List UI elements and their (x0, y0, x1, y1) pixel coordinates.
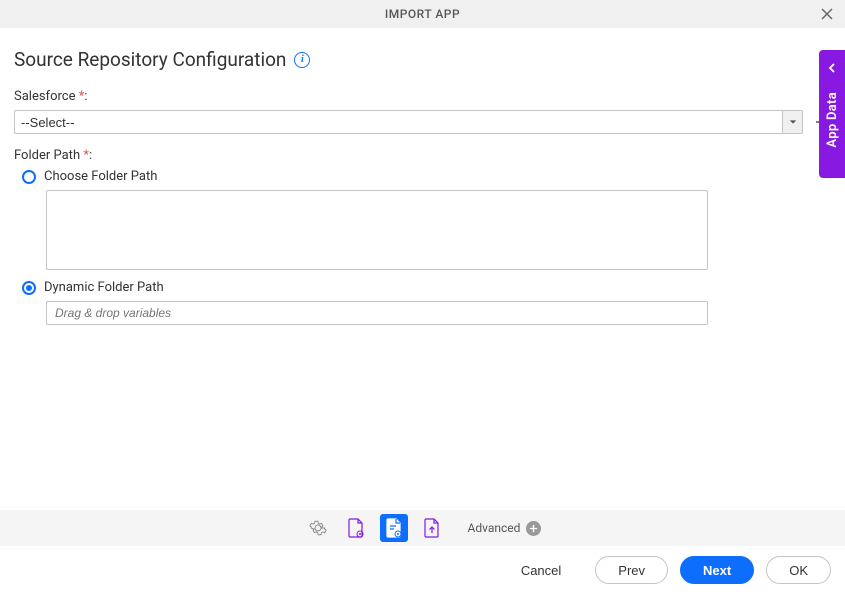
dialog-footer: Cancel Prev Next OK (0, 546, 845, 594)
salesforce-select-row: --Select-- (14, 110, 831, 134)
choose-folder-radio[interactable] (22, 170, 36, 184)
choose-folder-radio-label[interactable]: Choose Folder Path (44, 169, 157, 184)
bottom-toolbar: Advanced (0, 510, 845, 546)
section-title-row: Source Repository Configuration i (14, 48, 831, 71)
folder-path-label: Folder Path *: (14, 148, 831, 163)
app-data-side-tab[interactable]: App Data (819, 50, 845, 178)
cancel-button[interactable]: Cancel (499, 556, 583, 584)
gear-icon[interactable] (304, 514, 332, 542)
file-upload-icon[interactable] (418, 514, 446, 542)
next-button[interactable]: Next (680, 556, 754, 584)
choose-folder-box[interactable] (46, 190, 708, 270)
salesforce-label: Salesforce *: (14, 89, 831, 104)
salesforce-select-container: --Select-- (14, 110, 803, 134)
section-title: Source Repository Configuration (14, 48, 286, 71)
chevron-left-icon (827, 58, 837, 77)
choose-folder-radio-row: Choose Folder Path (22, 169, 831, 184)
dialog-title: IMPORT APP (385, 7, 460, 21)
prev-button[interactable]: Prev (595, 556, 668, 584)
dialog-content: Source Repository Configuration i Salesf… (0, 28, 845, 325)
dynamic-folder-radio-row: Dynamic Folder Path (22, 280, 831, 295)
file-settings-active-icon[interactable] (380, 514, 408, 542)
file-config-icon[interactable] (342, 514, 370, 542)
dynamic-folder-input[interactable] (46, 301, 708, 325)
dialog-header: IMPORT APP (0, 0, 845, 28)
salesforce-field-group: Salesforce *: --Select-- (14, 89, 831, 134)
folder-path-field-group: Folder Path *: Choose Folder Path Dynami… (14, 148, 831, 325)
advanced-section: Advanced (468, 521, 542, 536)
advanced-label: Advanced (468, 521, 521, 535)
dynamic-folder-radio-label[interactable]: Dynamic Folder Path (44, 280, 164, 295)
dynamic-folder-radio[interactable] (22, 281, 36, 295)
close-icon[interactable] (817, 4, 837, 24)
side-tab-label: App Data (825, 92, 840, 148)
info-icon[interactable]: i (294, 52, 310, 68)
ok-button[interactable]: OK (766, 556, 831, 584)
salesforce-select[interactable]: --Select-- (14, 110, 803, 134)
folder-path-radio-group: Choose Folder Path Dynamic Folder Path (22, 169, 831, 325)
advanced-add-icon[interactable] (526, 521, 541, 536)
